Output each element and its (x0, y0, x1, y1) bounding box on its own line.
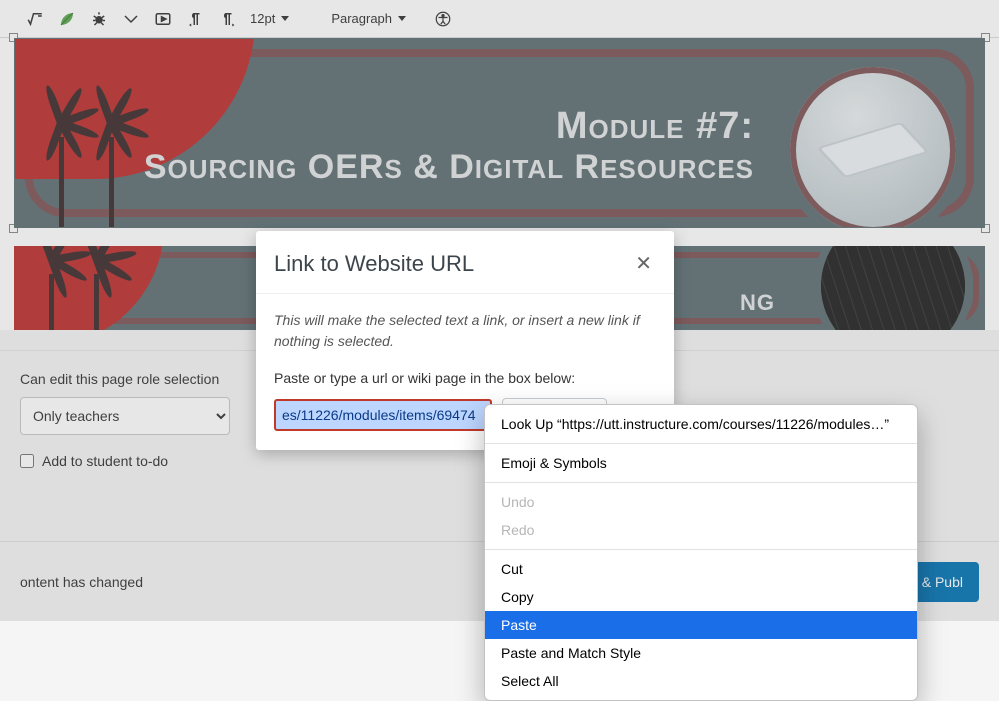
menu-separator (485, 443, 917, 444)
font-size-dropdown[interactable]: 12pt (250, 11, 289, 26)
chevron-down-icon (398, 16, 406, 21)
chevron-down-icon[interactable] (122, 10, 140, 28)
pilcrow-ltr-icon[interactable] (186, 10, 204, 28)
accessibility-icon[interactable] (434, 10, 452, 28)
block-format-value: Paragraph (331, 11, 392, 26)
menu-emoji[interactable]: Emoji & Symbols (485, 449, 917, 477)
editor-toolbar: 12pt Paragraph (0, 0, 999, 38)
leaf-icon[interactable] (58, 10, 76, 28)
banner-title: MODULE #7: SOURCING OERS & DIGITAL RESOU… (144, 105, 754, 187)
block-format-dropdown[interactable]: Paragraph (331, 11, 406, 26)
content-changed-text: ontent has changed (20, 574, 143, 590)
selected-image[interactable]: MODULE #7: SOURCING OERS & DIGITAL RESOU… (14, 38, 985, 228)
menu-separator (485, 549, 917, 550)
todo-label: Add to student to-do (42, 453, 168, 469)
bug-icon[interactable] (90, 10, 108, 28)
menu-separator (485, 482, 917, 483)
menu-paste[interactable]: Paste (485, 611, 917, 639)
context-menu: Look Up “https://utt.instructure.com/cou… (484, 404, 918, 701)
menu-paste-match[interactable]: Paste and Match Style (485, 639, 917, 667)
modal-help-text: This will make the selected text a link,… (274, 310, 656, 352)
url-input[interactable] (274, 399, 492, 431)
module-banner: MODULE #7: SOURCING OERS & DIGITAL RESOU… (14, 38, 985, 228)
menu-copy[interactable]: Copy (485, 583, 917, 611)
modal-input-label: Paste or type a url or wiki page in the … (274, 370, 656, 386)
chevron-down-icon (281, 16, 289, 21)
sqrt-icon[interactable] (26, 10, 44, 28)
pilcrow-rtl-icon[interactable] (218, 10, 236, 28)
banner2-text-fragment: NG (740, 290, 775, 316)
banner2-illustration (813, 246, 973, 330)
menu-redo: Redo (485, 516, 917, 544)
banner-illustration (780, 57, 966, 228)
menu-lookup[interactable]: Look Up “https://utt.instructure.com/cou… (485, 410, 917, 438)
close-icon[interactable]: ✕ (635, 254, 652, 274)
menu-undo: Undo (485, 488, 917, 516)
menu-select-all[interactable]: Select All (485, 667, 917, 695)
play-box-icon[interactable] (154, 10, 172, 28)
role-select[interactable]: Only teachers (20, 397, 230, 435)
modal-title: Link to Website URL (274, 251, 474, 277)
todo-checkbox[interactable] (20, 454, 34, 468)
menu-cut[interactable]: Cut (485, 555, 917, 583)
font-size-value: 12pt (250, 11, 275, 26)
